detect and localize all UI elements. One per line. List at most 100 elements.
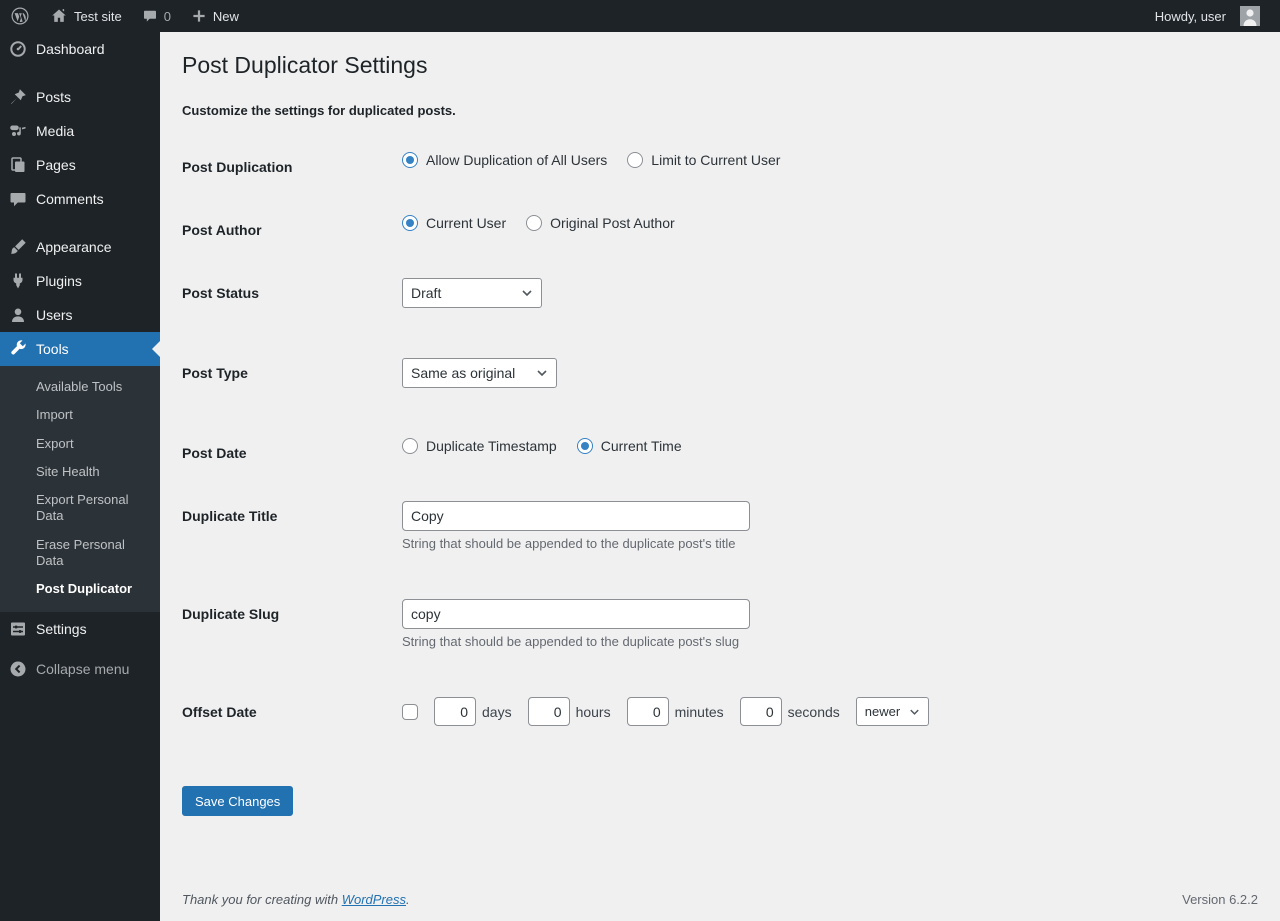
- wrench-icon: [8, 339, 28, 359]
- menu-separator: [0, 216, 160, 230]
- footer-version: Version 6.2.2: [1182, 892, 1258, 907]
- post-duplication-option-current-user[interactable]: Limit to Current User: [627, 152, 780, 168]
- sidebar-item-appearance[interactable]: Appearance: [0, 230, 160, 264]
- offset-days-input[interactable]: [434, 697, 476, 726]
- footer-thanks-suffix: .: [406, 892, 410, 907]
- post-date-option-current-time[interactable]: Current Time: [577, 438, 682, 454]
- submenu-item-available-tools[interactable]: Available Tools: [0, 373, 160, 401]
- sidebar-item-settings[interactable]: Settings: [0, 612, 160, 646]
- media-icon: [8, 121, 28, 141]
- post-author-radio-current-user[interactable]: [402, 215, 418, 231]
- duplicate-title-help: String that should be appended to the du…: [402, 536, 750, 551]
- duplicate-title-row: Duplicate Title String that should be ap…: [182, 501, 1260, 551]
- radio-label: Current User: [426, 215, 506, 231]
- sidebar-item-label: Tools: [36, 341, 69, 357]
- submenu-item-export-personal-data[interactable]: Export Personal Data: [0, 486, 160, 531]
- plus-icon: [191, 8, 207, 24]
- sidebar-item-tools[interactable]: Tools: [0, 332, 160, 366]
- post-duplication-radio-current-user[interactable]: [627, 152, 643, 168]
- sidebar-item-comments[interactable]: Comments: [0, 182, 160, 216]
- post-status-label: Post Status: [182, 278, 402, 302]
- offset-direction-select[interactable]: newer: [856, 697, 929, 726]
- radio-label: Duplicate Timestamp: [426, 438, 557, 454]
- sidebar-item-label: Dashboard: [36, 41, 105, 57]
- sidebar-item-label: Pages: [36, 157, 76, 173]
- post-duplication-option-all-users[interactable]: Allow Duplication of All Users: [402, 152, 607, 168]
- comments-icon: [8, 189, 28, 209]
- site-name-link[interactable]: Test site: [40, 0, 132, 32]
- my-account-menu[interactable]: Howdy, user: [1145, 0, 1270, 32]
- sidebar-item-dashboard[interactable]: Dashboard: [0, 32, 160, 66]
- post-duplication-radio-all-users[interactable]: [402, 152, 418, 168]
- sidebar-item-pages[interactable]: Pages: [0, 148, 160, 182]
- seconds-unit-label: seconds: [788, 704, 840, 720]
- submenu-item-import[interactable]: Import: [0, 401, 160, 429]
- menu-separator: [0, 66, 160, 80]
- sidebar-item-label: Users: [36, 307, 73, 323]
- home-icon: [50, 7, 68, 25]
- post-author-label: Post Author: [182, 215, 402, 239]
- post-date-row: Post Date Duplicate Timestamp Current Ti…: [182, 438, 1260, 462]
- user-icon: [8, 305, 28, 325]
- offset-date-checkbox[interactable]: [402, 704, 418, 720]
- main-content: Post Duplicator Settings Customize the s…: [160, 0, 1280, 921]
- settings-form: Post Duplication Allow Duplication of Al…: [182, 152, 1260, 817]
- offset-minutes-input[interactable]: [627, 697, 669, 726]
- active-menu-arrow: [152, 341, 160, 357]
- post-status-row: Post Status Draft: [182, 278, 1260, 308]
- duplicate-slug-input[interactable]: [402, 599, 750, 629]
- site-name-label: Test site: [74, 9, 122, 24]
- hours-unit-label: hours: [576, 704, 611, 720]
- duplicate-slug-help: String that should be appended to the du…: [402, 634, 750, 649]
- post-author-radio-original-author[interactable]: [526, 215, 542, 231]
- collapse-menu-button[interactable]: Collapse menu: [0, 652, 160, 686]
- post-author-option-current-user[interactable]: Current User: [402, 215, 506, 231]
- post-author-row: Post Author Current User Original Post A…: [182, 215, 1260, 239]
- footer-thanks-prefix: Thank you for creating with: [182, 892, 342, 907]
- page-title: Post Duplicator Settings: [182, 42, 1260, 85]
- new-content-menu[interactable]: New: [181, 0, 249, 32]
- sidebar-item-plugins[interactable]: Plugins: [0, 264, 160, 298]
- howdy-label: Howdy, user: [1155, 9, 1226, 24]
- post-type-label: Post Type: [182, 358, 402, 382]
- submenu-item-export[interactable]: Export: [0, 430, 160, 458]
- post-date-radio-current-time[interactable]: [577, 438, 593, 454]
- page-subtitle: Customize the settings for duplicated po…: [182, 103, 1260, 118]
- sidebar-item-users[interactable]: Users: [0, 298, 160, 332]
- minutes-unit-label: minutes: [675, 704, 724, 720]
- footer: Thank you for creating with WordPress. V…: [160, 892, 1280, 921]
- settings-sliders-icon: [8, 619, 28, 639]
- wordpress-logo-menu[interactable]: [0, 0, 40, 32]
- post-type-select[interactable]: Same as original: [402, 358, 557, 388]
- post-date-radio-duplicate-timestamp[interactable]: [402, 438, 418, 454]
- post-date-label: Post Date: [182, 438, 402, 462]
- submenu-item-post-duplicator[interactable]: Post Duplicator: [0, 575, 160, 603]
- admin-bar: Test site 0 New Howdy, user: [0, 0, 1280, 32]
- radio-label: Allow Duplication of All Users: [426, 152, 607, 168]
- paintbrush-icon: [8, 237, 28, 257]
- footer-thanks: Thank you for creating with WordPress.: [182, 892, 410, 907]
- comment-bubble-icon: [142, 8, 158, 24]
- admin-sidebar: Dashboard Posts Media Pages Comments App…: [0, 32, 160, 921]
- offset-date-label: Offset Date: [182, 697, 402, 721]
- duplicate-slug-label: Duplicate Slug: [182, 599, 402, 623]
- days-unit-label: days: [482, 704, 512, 720]
- sidebar-item-posts[interactable]: Posts: [0, 80, 160, 114]
- post-duplication-row: Post Duplication Allow Duplication of Al…: [182, 152, 1260, 176]
- sidebar-item-label: Collapse menu: [36, 661, 129, 677]
- post-author-option-original-author[interactable]: Original Post Author: [526, 215, 675, 231]
- save-changes-button[interactable]: Save Changes: [182, 786, 293, 816]
- sidebar-item-label: Comments: [36, 191, 104, 207]
- submenu-item-site-health[interactable]: Site Health: [0, 458, 160, 486]
- duplicate-title-input[interactable]: [402, 501, 750, 531]
- post-date-option-duplicate-timestamp[interactable]: Duplicate Timestamp: [402, 438, 557, 454]
- sidebar-item-media[interactable]: Media: [0, 114, 160, 148]
- tools-submenu: Available Tools Import Export Site Healt…: [0, 366, 160, 612]
- offset-hours-input[interactable]: [528, 697, 570, 726]
- submenu-item-erase-personal-data[interactable]: Erase Personal Data: [0, 531, 160, 576]
- post-status-select[interactable]: Draft: [402, 278, 542, 308]
- radio-label: Limit to Current User: [651, 152, 780, 168]
- wordpress-link[interactable]: WordPress: [342, 892, 406, 907]
- comments-counter[interactable]: 0: [132, 0, 181, 32]
- offset-seconds-input[interactable]: [740, 697, 782, 726]
